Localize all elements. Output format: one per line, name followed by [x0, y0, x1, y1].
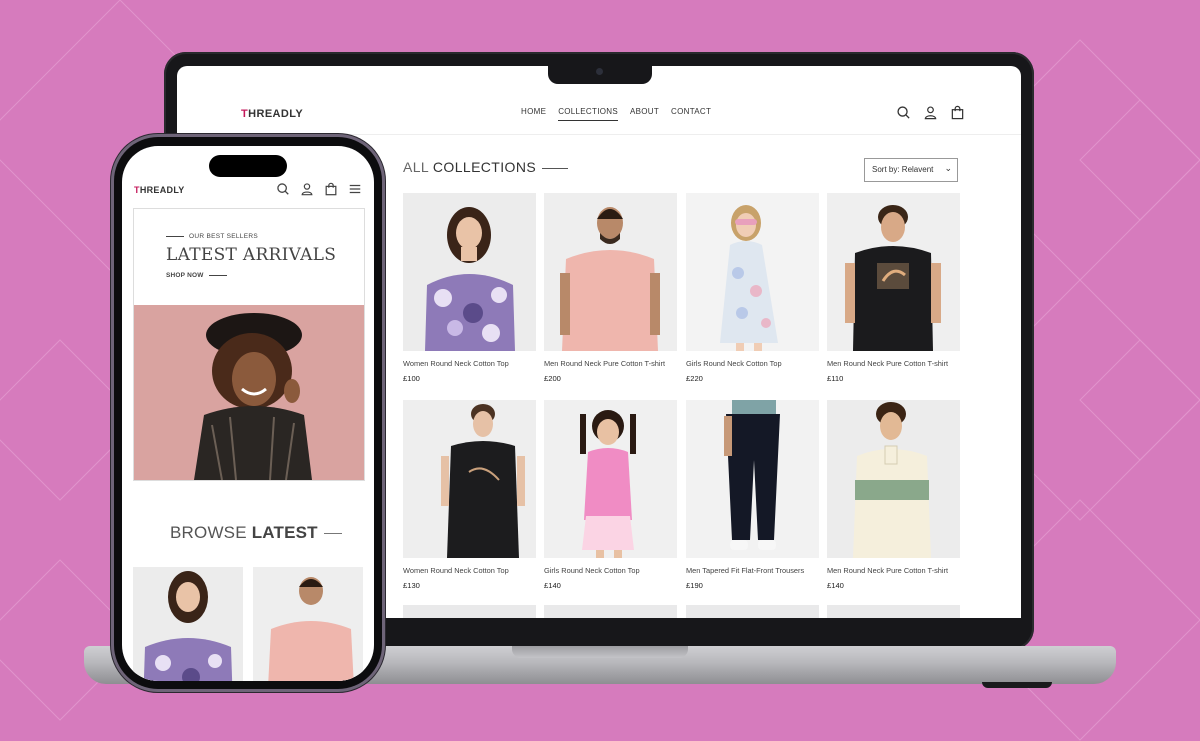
product-card[interactable]: Men Round Neck Pure Cotton T-shirt £140	[827, 400, 960, 590]
product-price: £140	[544, 581, 561, 590]
logo-rest: HREADLY	[139, 185, 185, 195]
product-price: £220	[686, 374, 703, 383]
product-image[interactable]	[686, 400, 819, 558]
product-card[interactable]: Men Round Neck Pure Cotton T-shirt £200	[544, 193, 677, 383]
product-card[interactable]: Girls Round Neck Cotton Top £220	[686, 193, 819, 383]
product-card[interactable]	[403, 605, 536, 618]
mobile-product-thumb[interactable]	[253, 567, 363, 681]
hero-banner: OUR BEST SELLERS LATEST ARRIVALS SHOP NO…	[133, 208, 365, 481]
user-icon[interactable]	[300, 182, 314, 196]
nav-about[interactable]: ABOUT	[630, 107, 659, 121]
title-light: ALL	[403, 159, 433, 175]
product-image[interactable]	[544, 605, 677, 618]
browse-light: BROWSE	[170, 523, 252, 542]
product-card[interactable]: Men Round Neck Pure Cotton T-shirt £110	[827, 193, 960, 383]
nav-home[interactable]: HOME	[521, 107, 546, 121]
product-price: £190	[686, 581, 703, 590]
product-image[interactable]	[827, 400, 960, 558]
chevron-down-icon: ⌄	[944, 163, 952, 173]
hero-image	[134, 305, 364, 480]
shop-now-link[interactable]: SHOP NOW	[166, 272, 227, 279]
product-price: £130	[403, 581, 420, 590]
sort-select[interactable]: Sort by: Relavent ⌄	[864, 158, 958, 182]
product-card[interactable]	[686, 605, 819, 618]
product-image[interactable]	[686, 605, 819, 618]
bag-icon[interactable]	[324, 182, 338, 196]
sort-label: Sort by: Relavent	[872, 165, 934, 174]
product-image[interactable]	[686, 193, 819, 351]
product-name[interactable]: Girls Round Neck Cotton Top	[544, 566, 677, 575]
product-card[interactable]	[827, 605, 960, 618]
product-card[interactable]: Women Round Neck Cotton Top £130	[403, 400, 536, 590]
nav-contact[interactable]: CONTACT	[671, 107, 711, 121]
product-name[interactable]: Girls Round Neck Cotton Top	[686, 359, 819, 368]
product-name[interactable]: Men Round Neck Pure Cotton T-shirt	[544, 359, 677, 368]
product-image[interactable]	[403, 193, 536, 351]
laptop-notch	[548, 60, 652, 84]
mobile-header-icons	[276, 182, 362, 196]
menu-icon[interactable]	[348, 182, 362, 196]
nav-collections[interactable]: COLLECTIONS	[558, 107, 618, 121]
mobile-product-thumb[interactable]	[133, 567, 243, 681]
product-card[interactable]: Men Tapered Fit Flat-Front Trousers £190	[686, 400, 819, 590]
product-name[interactable]: Women Round Neck Cotton Top	[403, 566, 536, 575]
product-image[interactable]	[827, 605, 960, 618]
laptop-foot	[982, 682, 1052, 688]
browse-bold: LATEST	[251, 523, 318, 542]
hero-headline: LATEST ARRIVALS	[166, 245, 337, 265]
desktop-header-icons	[896, 105, 965, 120]
bag-icon[interactable]	[950, 105, 965, 120]
search-icon[interactable]	[896, 105, 911, 120]
shop-now-label: SHOP NOW	[166, 272, 204, 279]
product-image[interactable]	[403, 605, 536, 618]
product-name[interactable]: Men Tapered Fit Flat-Front Trousers	[686, 566, 819, 575]
user-icon[interactable]	[923, 105, 938, 120]
product-image[interactable]	[827, 193, 960, 351]
hero-eyebrow-text: OUR BEST SELLERS	[189, 233, 258, 240]
mobile-logo[interactable]: THREADLY	[134, 185, 185, 195]
product-name[interactable]: Women Round Neck Cotton Top	[403, 359, 536, 368]
product-image[interactable]	[403, 400, 536, 558]
product-card[interactable]: Women Round Neck Cotton Top £100	[403, 193, 536, 383]
mobile-screen: THREADLY OUR BEST SELLERS LATEST ARRIVAL…	[122, 146, 374, 681]
product-image[interactable]	[544, 193, 677, 351]
search-icon[interactable]	[276, 182, 290, 196]
title-bold: COLLECTIONS	[432, 159, 537, 175]
product-price: £110	[827, 374, 844, 383]
hero-eyebrow: OUR BEST SELLERS	[166, 233, 258, 240]
product-price: £140	[827, 581, 844, 590]
browse-latest-title: BROWSE LATEST	[170, 523, 342, 543]
desktop-nav: HOME COLLECTIONS ABOUT CONTACT	[521, 107, 711, 121]
product-price: £200	[544, 374, 561, 383]
desktop-logo[interactable]: THREADLY	[241, 108, 303, 120]
product-card[interactable]: Girls Round Neck Cotton Top £140	[544, 400, 677, 590]
collections-title: ALL COLLECTIONS	[403, 159, 569, 175]
product-image[interactable]	[544, 400, 677, 558]
product-name[interactable]: Men Round Neck Pure Cotton T-shirt	[827, 566, 960, 575]
logo-rest: HREADLY	[248, 108, 304, 120]
product-name[interactable]: Men Round Neck Pure Cotton T-shirt	[827, 359, 960, 368]
dynamic-island	[209, 155, 287, 177]
product-price: £100	[403, 374, 420, 383]
product-card[interactable]	[544, 605, 677, 618]
